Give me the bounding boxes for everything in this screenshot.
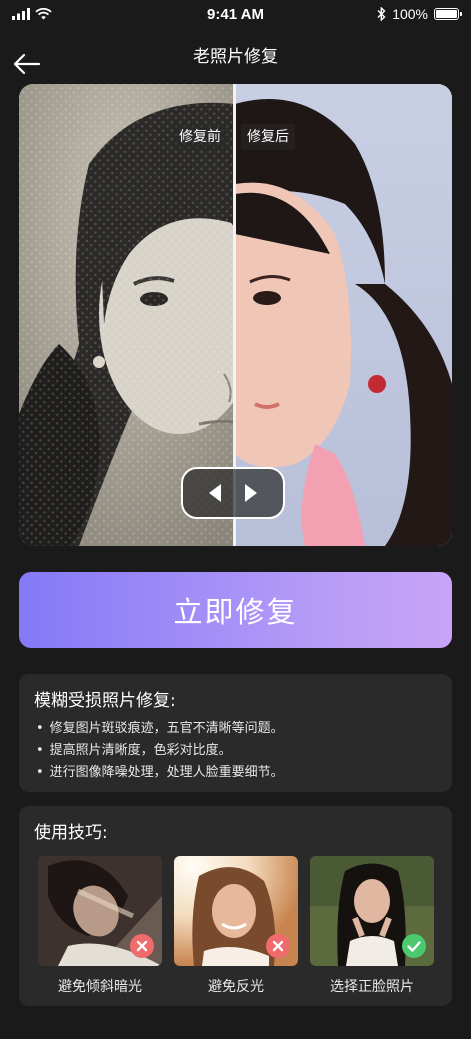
tips-card: 使用技巧: 避免倾斜暗光 避免反光 选择正脸照片 bbox=[19, 806, 452, 1006]
tips-title: 使用技巧: bbox=[34, 823, 108, 843]
check-icon bbox=[402, 934, 426, 958]
tip-item-tilted-dark: 避免倾斜暗光 bbox=[38, 856, 162, 995]
restore-now-button[interactable]: 立即修复 bbox=[19, 572, 452, 648]
info-item: 进行图像降噪处理，处理人脸重要细节。 bbox=[36, 762, 284, 784]
before-after-compare[interactable]: 修复前 修复后 bbox=[19, 84, 452, 546]
info-item: 提高照片清晰度，色彩对比度。 bbox=[36, 740, 284, 762]
tip-photo-frontal-face bbox=[310, 856, 434, 966]
info-title: 模糊受损照片修复: bbox=[34, 691, 176, 711]
page-title: 老照片修复 bbox=[193, 47, 278, 67]
close-icon bbox=[266, 934, 290, 958]
battery-fill bbox=[436, 10, 457, 18]
tip-label: 避免反光 bbox=[208, 979, 264, 995]
before-label: 修复前 bbox=[173, 124, 227, 150]
info-list: 修复图片斑驳痕迹，五官不清晰等问题。 提高照片清晰度，色彩对比度。 进行图像降噪… bbox=[36, 718, 284, 784]
status-right: 100% bbox=[377, 6, 462, 22]
tip-label: 避免倾斜暗光 bbox=[58, 979, 142, 995]
tip-label: 选择正脸照片 bbox=[330, 979, 414, 995]
battery-percent: 100% bbox=[392, 6, 428, 22]
close-icon bbox=[130, 934, 154, 958]
info-card: 模糊受损照片修复: 修复图片斑驳痕迹，五官不清晰等问题。 提高照片清晰度，色彩对… bbox=[19, 674, 452, 792]
bluetooth-icon bbox=[377, 7, 386, 21]
nav-bar: 老照片修复 bbox=[0, 34, 471, 78]
caret-right-icon bbox=[245, 484, 257, 502]
after-label: 修复后 bbox=[241, 124, 295, 150]
compare-slider-handle[interactable] bbox=[181, 467, 285, 519]
caret-left-icon bbox=[209, 484, 221, 502]
info-item: 修复图片斑驳痕迹，五官不清晰等问题。 bbox=[36, 718, 284, 740]
tip-item-frontal-face: 选择正脸照片 bbox=[310, 856, 434, 995]
status-bar: 9:41 AM 100% bbox=[0, 0, 471, 30]
tip-photo-tilted-dark bbox=[38, 856, 162, 966]
battery-icon bbox=[434, 8, 462, 20]
tip-item-glare: 避免反光 bbox=[174, 856, 298, 995]
tip-photo-glare bbox=[174, 856, 298, 966]
